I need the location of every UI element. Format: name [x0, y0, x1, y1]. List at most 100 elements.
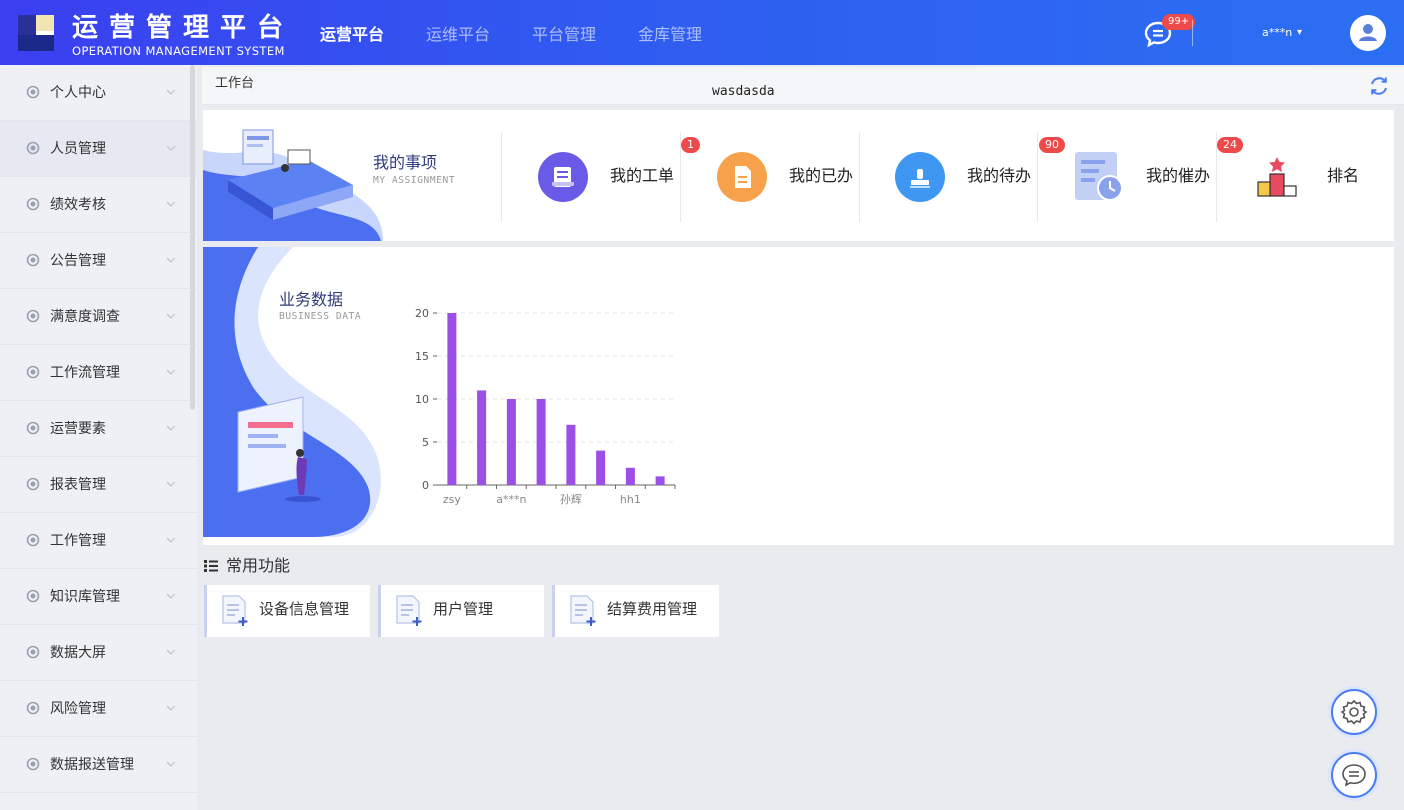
task-ranking[interactable]: 排名	[1217, 110, 1394, 241]
sidebar-item-reports[interactable]: 报表管理	[0, 457, 197, 513]
sidebar-item-label: 工作管理	[50, 533, 106, 549]
menu-bullet-icon	[26, 757, 40, 771]
list-icon	[204, 560, 218, 572]
assignment-illustration	[203, 129, 383, 241]
sidebar-item-label: 满意度调查	[50, 309, 120, 325]
menu-bullet-icon	[26, 141, 40, 155]
y-tick-label: 10	[415, 393, 429, 406]
menu-bullet-icon	[26, 85, 40, 99]
assignment-subtitle: MY ASSIGNMENT	[373, 175, 456, 186]
sidebar-item-label: 个人中心	[50, 85, 106, 101]
bar[interactable]	[477, 390, 487, 485]
chevron-down-icon	[166, 761, 176, 767]
sidebar-item-data-reporting[interactable]: 数据报送管理	[0, 737, 197, 793]
chat-icon	[1342, 764, 1366, 787]
chevron-down-icon	[166, 145, 176, 151]
sidebar-item-risk[interactable]: 风险管理	[0, 681, 197, 737]
task-my-work-orders[interactable]: 我的工单 1	[502, 110, 700, 241]
sidebar-item-data-screen[interactable]: 数据大屏	[0, 625, 197, 681]
bar[interactable]	[566, 424, 576, 485]
avatar-icon[interactable]	[1350, 15, 1386, 51]
bar[interactable]	[655, 476, 665, 485]
gear-icon	[1340, 699, 1368, 725]
y-tick-label: 0	[422, 479, 429, 492]
sidebar-item-label: 公告管理	[50, 253, 106, 269]
task-my-urge[interactable]: 我的催办 24	[1038, 110, 1243, 241]
task-my-todo[interactable]: 我的待办 90	[860, 110, 1065, 241]
nav-vault-management[interactable]: 金库管理	[638, 24, 702, 46]
work-order-icon	[538, 152, 588, 202]
task-my-done[interactable]: 我的已办	[681, 110, 859, 241]
business-data-panel: 业务数据 BUSINESS DATA 0 5 10 15 20 zsy a***n 孙辉 hh1	[203, 247, 1394, 545]
x-tick-label: a***n	[496, 493, 526, 506]
refresh-icon[interactable]	[1368, 75, 1390, 97]
x-tick-label: hh1	[620, 493, 641, 506]
ranking-icon	[1257, 157, 1297, 197]
nav-maintenance-platform[interactable]: 运维平台	[426, 24, 490, 46]
sidebar-item-personnel[interactable]: 人员管理	[0, 121, 197, 177]
menu-bullet-icon	[26, 645, 40, 659]
top-nav: 运营平台 运维平台 平台管理 金库管理	[320, 24, 744, 46]
bar[interactable]	[596, 450, 606, 485]
shortcut-label: 用户管理	[433, 600, 494, 618]
menu-bullet-icon	[26, 701, 40, 715]
shortcut-user-management[interactable]: 用户管理	[378, 585, 544, 637]
chat-button[interactable]	[1331, 752, 1377, 798]
app-subtitle: OPERATION MANAGEMENT SYSTEM	[72, 44, 285, 58]
sidebar-item-work[interactable]: 工作管理	[0, 513, 197, 569]
app-title: 运营管理平台	[72, 13, 295, 43]
breadcrumb-workbench[interactable]: 工作台	[215, 76, 254, 92]
chevron-down-icon	[166, 705, 176, 711]
todo-icon	[895, 152, 945, 202]
common-functions-title: 常用功能	[226, 556, 291, 575]
menu-bullet-icon	[26, 253, 40, 267]
task-label: 我的催办	[1146, 166, 1211, 185]
bar[interactable]	[506, 399, 516, 485]
x-tick-label: zsy	[443, 493, 462, 506]
sidebar-item-announcements[interactable]: 公告管理	[0, 233, 197, 289]
chevron-down-icon	[166, 593, 176, 599]
sidebar-item-label: 人员管理	[50, 141, 106, 157]
nav-platform-management[interactable]: 平台管理	[532, 24, 596, 46]
bar[interactable]	[536, 399, 546, 485]
chevron-down-icon	[166, 201, 176, 207]
y-tick-label: 20	[415, 307, 429, 320]
menu-bullet-icon	[26, 589, 40, 603]
sidebar-item-operation-elements[interactable]: 运营要素	[0, 401, 197, 457]
business-bar-chart: 0 5 10 15 20 zsy a***n 孙辉 hh1	[415, 307, 676, 506]
logo-icon	[18, 15, 54, 51]
sidebar-item-label: 绩效考核	[50, 197, 106, 213]
top-header: 运营管理平台 OPERATION MANAGEMENT SYSTEM 运营平台 …	[0, 0, 1404, 65]
sidebar-item-performance[interactable]: 绩效考核	[0, 177, 197, 233]
y-tick-label: 15	[415, 350, 429, 363]
breadcrumb: 工作台 wasdasda	[202, 67, 1404, 105]
user-dropdown-caret-icon[interactable]: ▾	[1297, 27, 1302, 39]
shortcut-device-info[interactable]: 设备信息管理	[204, 585, 370, 637]
add-document-icon	[570, 595, 596, 626]
sidebar-item-workflow[interactable]: 工作流管理	[0, 345, 197, 401]
chevron-down-icon	[166, 481, 176, 487]
settings-button[interactable]	[1331, 689, 1377, 735]
header-divider	[1192, 20, 1193, 46]
sidebar-item-personal-center[interactable]: 个人中心	[0, 65, 197, 121]
sidebar-item-knowledge-base[interactable]: 知识库管理	[0, 569, 197, 625]
nav-operation-platform[interactable]: 运营平台	[320, 24, 384, 46]
task-label: 我的已办	[789, 166, 854, 185]
x-tick-label: 孙辉	[560, 493, 582, 506]
chevron-down-icon	[166, 313, 176, 319]
done-icon	[717, 152, 767, 202]
chevron-down-icon	[166, 369, 176, 375]
bar[interactable]	[447, 313, 457, 485]
sidebar-item-satisfaction-survey[interactable]: 满意度调查	[0, 289, 197, 345]
user-name[interactable]: a***n	[1262, 26, 1292, 40]
chevron-down-icon	[166, 425, 176, 431]
sidebar-item-label: 运营要素	[50, 421, 106, 437]
add-document-icon	[222, 595, 248, 626]
message-count-badge: 99+	[1162, 14, 1196, 30]
shortcut-settlement-fees[interactable]: 结算费用管理	[552, 585, 719, 637]
sidebar-scrollbar[interactable]	[190, 65, 195, 410]
sidebar-item-label: 知识库管理	[50, 589, 120, 605]
task-label: 我的待办	[967, 166, 1032, 185]
menu-bullet-icon	[26, 421, 40, 435]
bar[interactable]	[625, 467, 635, 485]
